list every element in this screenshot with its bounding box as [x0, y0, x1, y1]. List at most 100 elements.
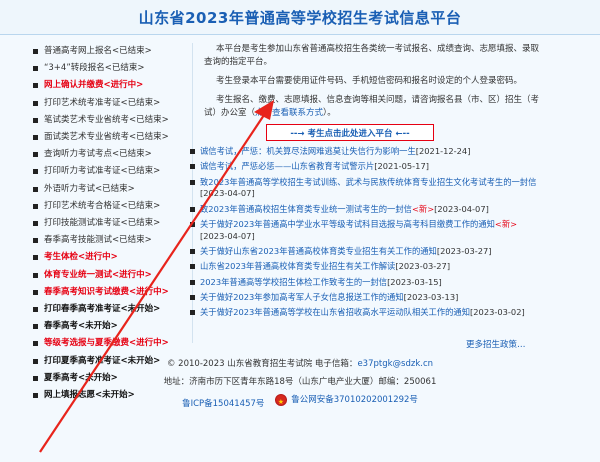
bullet-icon — [33, 307, 38, 313]
bullet-icon — [190, 206, 195, 212]
menu-item-label[interactable]: 打印春季高考准考证<未开始> — [44, 304, 160, 314]
bullet-icon — [33, 169, 38, 175]
news-title[interactable]: 致2023年普通高校招生体育类专业统一测试考生的一封信 — [200, 204, 412, 214]
bullet-icon — [33, 66, 38, 72]
menu-item-label[interactable]: 查询听力考试考点<已结束> — [44, 149, 152, 159]
menu-item-label[interactable]: 打印艺术统考合格证<已结束> — [44, 201, 160, 211]
bullet-icon — [33, 272, 38, 278]
new-badge: <新> — [494, 218, 518, 229]
menu-item-label[interactable]: 外语听力考试<已结束> — [44, 184, 135, 194]
menu-item[interactable]: 打印技能测试准考证<已结束> — [30, 215, 188, 232]
news-title[interactable]: 关于做好2023年参加高考军人子女信息报送工作的通知 — [200, 292, 404, 302]
bullet-icon — [190, 221, 195, 227]
notice-panel: 本平台是考生参加山东省普通高校招生各类统一考试报名、成绩查询、志愿填报、录取查询… — [204, 43, 544, 126]
menu-item-label[interactable]: 网上确认并缴费<进行中> — [44, 80, 143, 90]
new-badge: <新> — [411, 203, 435, 214]
menu-item[interactable]: 打印艺术统考准考证<已结束> — [30, 95, 188, 112]
news-title-cont[interactable]: 严惩必惩——山东省教育考试警示片 — [242, 161, 375, 171]
bullet-icon — [190, 164, 195, 170]
police-emblem-icon — [275, 393, 288, 411]
menu-list: 普通高考网上报名<已结束> “3+4”转段报名<已结束> 网上确认并缴费<进行中> 打… — [30, 43, 188, 404]
menu-item[interactable]: 打印听力考试准考证<已结束> — [30, 163, 188, 180]
news-title[interactable]: 关于做好2023年普通高中学业水平等级考试科目选报与高考科目缴费工作的通知 — [200, 219, 495, 229]
bullet-icon — [33, 186, 38, 192]
menu-item[interactable]: 普通高考网上报名<已结束> — [30, 43, 188, 60]
footer-email-link[interactable]: e37ptgk@sdzk.cn — [357, 359, 433, 369]
menu-item[interactable]: 春季高考<未开始> — [30, 318, 188, 335]
menu-item[interactable]: 春季高考技能测试<已结束> — [30, 232, 188, 249]
bullet-icon — [33, 117, 38, 123]
news-title[interactable]: 山东省2023年普通高校体育类专业招生有关工作解读 — [200, 261, 395, 271]
footer-license-row: 鲁ICP备15041457号 鲁公网安备37010202001292号 — [0, 391, 600, 413]
news-title-cont[interactable]: 严惩：机关算尽法网难逃莫让失信行为影响一生 — [242, 146, 416, 156]
menu-item-label[interactable]: 春季高考知识考试缴费<进行中> — [44, 287, 169, 297]
menu-item-label[interactable]: 考生体检<进行中> — [44, 252, 118, 262]
notice-text-1: 本平台是考生参加山东省普通高校招生各类统一考试报名、成绩查询、志愿填报、录取查询… — [204, 44, 540, 67]
news-title[interactable]: 2023年普通高等学校招生体检工作致考生的一封信 — [200, 277, 387, 287]
footer-address: 地址：济南市历下区青年东路18号（山东广电产业大厦）邮编：250061 — [163, 377, 437, 387]
menu-item[interactable]: 查询听力考试考点<已结束> — [30, 146, 188, 163]
news-item[interactable]: 致2023年普通高校招生体育类专业统一测试考生的一封信<新>[2023-04-0… — [186, 204, 542, 216]
news-title[interactable]: 诚信考试， — [200, 146, 242, 156]
menu-item-label[interactable]: 打印技能测试准考证<已结束> — [44, 218, 160, 228]
news-item[interactable]: 关于做好山东省2023年普通高校体育类专业招生有关工作的通知[2023-03-2… — [186, 246, 542, 258]
menu-item[interactable]: 打印春季高考准考证<未开始> — [30, 301, 188, 318]
news-item[interactable]: 山东省2023年普通高校体育类专业招生有关工作解读[2023-03-27] — [186, 261, 542, 273]
bullet-icon — [33, 49, 38, 54]
news-title[interactable]: 关于做好2023年普通高等学校在山东省招收高水平运动队相关工作的通知 — [200, 307, 470, 317]
contact-link[interactable]: 点击查看联系方式 — [255, 108, 323, 118]
menu-item-label[interactable]: 面试类艺术专业省统考<已结束> — [44, 132, 169, 142]
menu-item-label[interactable]: 打印听力考试准考证<已结束> — [44, 166, 160, 176]
menu-item-label[interactable]: “3+4”转段报名<已结束> — [44, 63, 145, 73]
bullet-icon — [190, 179, 195, 185]
bullet-icon — [33, 221, 38, 227]
menu-item[interactable]: 面试类艺术专业省统考<已结束> — [30, 129, 188, 146]
menu-item[interactable]: 等级考选报与夏季缴费<进行中> — [30, 335, 188, 352]
news-date: [2021-12-24] — [415, 146, 471, 156]
menu-item[interactable]: 春季高考知识考试缴费<进行中> — [30, 284, 188, 301]
bullet-icon — [190, 279, 195, 285]
site-header: 山东省2023年普通高等学校招生考试信息平台 — [0, 0, 600, 35]
menu-item-label[interactable]: 春季高考技能测试<已结束> — [44, 235, 152, 245]
bullet-icon — [33, 83, 38, 89]
news-title[interactable]: 致2023年普通高等学校招生考试训练、武术与民族传统体育专业招生文化考试考生的一… — [200, 177, 536, 187]
news-item[interactable]: 关于做好2023年参加高考军人子女信息报送工作的通知[2023-03-13] — [186, 292, 542, 304]
menu-item[interactable]: 打印艺术统考合格证<已结束> — [30, 198, 188, 215]
notice-text-2: 考生登录本平台需要使用证件号码、手机短信密码和报名时设定的个人登录密码。 — [216, 76, 523, 86]
news-date: [2023-04-07] — [200, 230, 255, 241]
bullet-icon — [33, 324, 38, 330]
police-record-link[interactable]: 鲁公网安备37010202001292号 — [291, 391, 418, 409]
news-title[interactable]: 诚信考试， — [200, 161, 242, 171]
menu-item[interactable]: “3+4”转段报名<已结束> — [30, 60, 188, 77]
notice-paragraph-2: 考生登录本平台需要使用证件号码、手机短信密码和报名时设定的个人登录密码。 — [204, 75, 544, 88]
news-date: [2021-05-17] — [374, 161, 429, 172]
menu-item[interactable]: 网上确认并缴费<进行中> — [30, 77, 188, 94]
menu-item-label[interactable]: 春季高考<未开始> — [44, 321, 118, 331]
menu-item[interactable]: 考生体检<进行中> — [30, 249, 188, 266]
bullet-icon — [190, 294, 195, 300]
menu-item-label[interactable]: 体育专业统一测试<进行中> — [44, 270, 152, 280]
menu-item-label[interactable]: 普通高考网上报名<已结束> — [44, 46, 152, 56]
page-title: 山东省2023年普通高等学校招生考试信息平台 — [138, 8, 462, 27]
menu-item-label[interactable]: 笔试类艺术专业省统考<已结束> — [44, 115, 169, 125]
bullet-icon — [33, 152, 38, 158]
news-item[interactable]: 关于做好2023年普通高等学校在山东省招收高水平运动队相关工作的通知[2023-… — [186, 307, 542, 319]
menu-item[interactable]: 外语听力考试<已结束> — [30, 181, 188, 198]
news-date: [2023-03-27] — [436, 246, 492, 257]
news-item[interactable]: 诚信考试，严惩：机关算尽法网难逃莫让失信行为影响一生[2021-12-24] — [186, 146, 542, 158]
menu-item-label[interactable]: 打印艺术统考准考证<已结束> — [44, 98, 160, 108]
menu-item[interactable]: 笔试类艺术专业省统考<已结束> — [30, 112, 188, 129]
news-title[interactable]: 关于做好山东省2023年普通高校体育类专业招生有关工作的通知 — [200, 246, 437, 256]
more-policies-link[interactable]: 更多招生政策… — [466, 338, 526, 350]
news-item[interactable]: 关于做好2023年普通高中学业水平等级考试科目选报与高考科目缴费工作的通知<新>… — [186, 219, 542, 243]
news-item[interactable]: 2023年普通高等学校招生体检工作致考生的一封信[2023-03-15] — [186, 277, 542, 289]
menu-item[interactable]: 体育专业统一测试<进行中> — [30, 267, 188, 284]
bullet-icon — [33, 238, 38, 244]
menu-item-label[interactable]: 等级考选报与夏季缴费<进行中> — [44, 338, 169, 348]
icp-link[interactable]: 鲁ICP备15041457号 — [182, 399, 264, 409]
bullet-icon — [190, 310, 195, 316]
news-item[interactable]: 诚信考试，严惩必惩——山东省教育考试警示片[2021-05-17] — [186, 161, 542, 173]
enter-platform-button[interactable]: --→ 考生点击此处进入平台 ←-- — [266, 124, 434, 141]
news-item[interactable]: 致2023年普通高等学校招生考试训练、武术与民族传统体育专业招生文化考试考生的一… — [186, 177, 542, 201]
bullet-icon — [190, 149, 195, 154]
